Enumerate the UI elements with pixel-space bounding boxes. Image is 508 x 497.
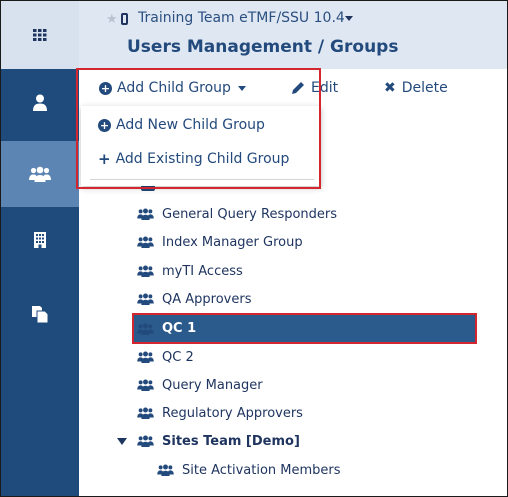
delete-button[interactable]: ✖ Delete <box>384 80 448 96</box>
users-group-icon <box>137 265 154 277</box>
study-selector[interactable]: Training Team eTMF/SSU 10.4 <box>138 10 345 26</box>
sidebar-item-documents[interactable] <box>1 281 79 347</box>
caret-down-icon[interactable] <box>117 437 127 445</box>
tree-item[interactable]: Regulatory Approvers <box>137 399 303 427</box>
tree-item-label: QC 2 <box>162 349 194 365</box>
tree-item[interactable]: General Query Responders <box>137 200 337 228</box>
users-group-icon <box>137 435 154 447</box>
favorite-star-icon[interactable]: ★ <box>106 12 118 27</box>
users-group-icon <box>137 351 154 363</box>
tree-item[interactable]: QC 2 <box>137 343 194 371</box>
users-group-icon <box>137 208 154 220</box>
tree-item-label: myTI Access <box>162 263 243 279</box>
app-window: ★ Training Team eTMF/SSU 10.4 Users Mana… <box>0 0 508 497</box>
delete-label: Delete <box>401 80 448 96</box>
tree-item[interactable]: QA Approvers <box>137 285 251 313</box>
tree-item-label: Query Manager <box>162 377 263 393</box>
tree-item-label: Site Activation Members <box>182 462 341 478</box>
close-icon: ✖ <box>384 80 396 96</box>
left-sidebar <box>1 1 79 496</box>
users-group-icon <box>137 379 154 391</box>
user-icon <box>33 94 47 111</box>
grid-icon <box>33 29 47 41</box>
highlight-box-selected-group <box>132 313 477 344</box>
copy-documents-icon <box>32 305 48 323</box>
tree-item-label: Index Manager Group <box>162 234 303 250</box>
tree-item[interactable]: Index Manager Group <box>137 228 303 256</box>
page-title: Users Management / Groups <box>127 37 399 57</box>
chevron-down-icon[interactable] <box>345 16 353 21</box>
tree-item-child[interactable]: Site Activation Members <box>157 456 341 484</box>
users-group-icon <box>137 407 154 419</box>
tree-item-parent[interactable]: Sites Team [Demo] <box>117 427 300 455</box>
sidebar-item-user[interactable] <box>1 69 79 135</box>
users-group-icon <box>157 464 174 476</box>
sidebar-item-groups[interactable] <box>1 141 79 207</box>
mobile-icon <box>121 13 128 25</box>
tree-item-label: QA Approvers <box>162 291 252 307</box>
tree-item[interactable]: Query Manager <box>137 371 263 399</box>
users-group-icon <box>137 293 154 305</box>
tree-item[interactable]: myTI Access <box>137 257 243 285</box>
apps-menu-button[interactable] <box>1 1 79 69</box>
building-icon <box>34 232 46 248</box>
sidebar-item-building[interactable] <box>1 207 79 273</box>
tree-item-label: Sites Team [Demo] <box>162 433 300 449</box>
tree-item-label: Regulatory Approvers <box>162 405 303 421</box>
tree-item-label: General Query Responders <box>162 206 338 222</box>
highlight-box-dropdown <box>76 68 321 189</box>
users-group-icon <box>137 236 154 248</box>
users-group-icon <box>29 166 51 182</box>
